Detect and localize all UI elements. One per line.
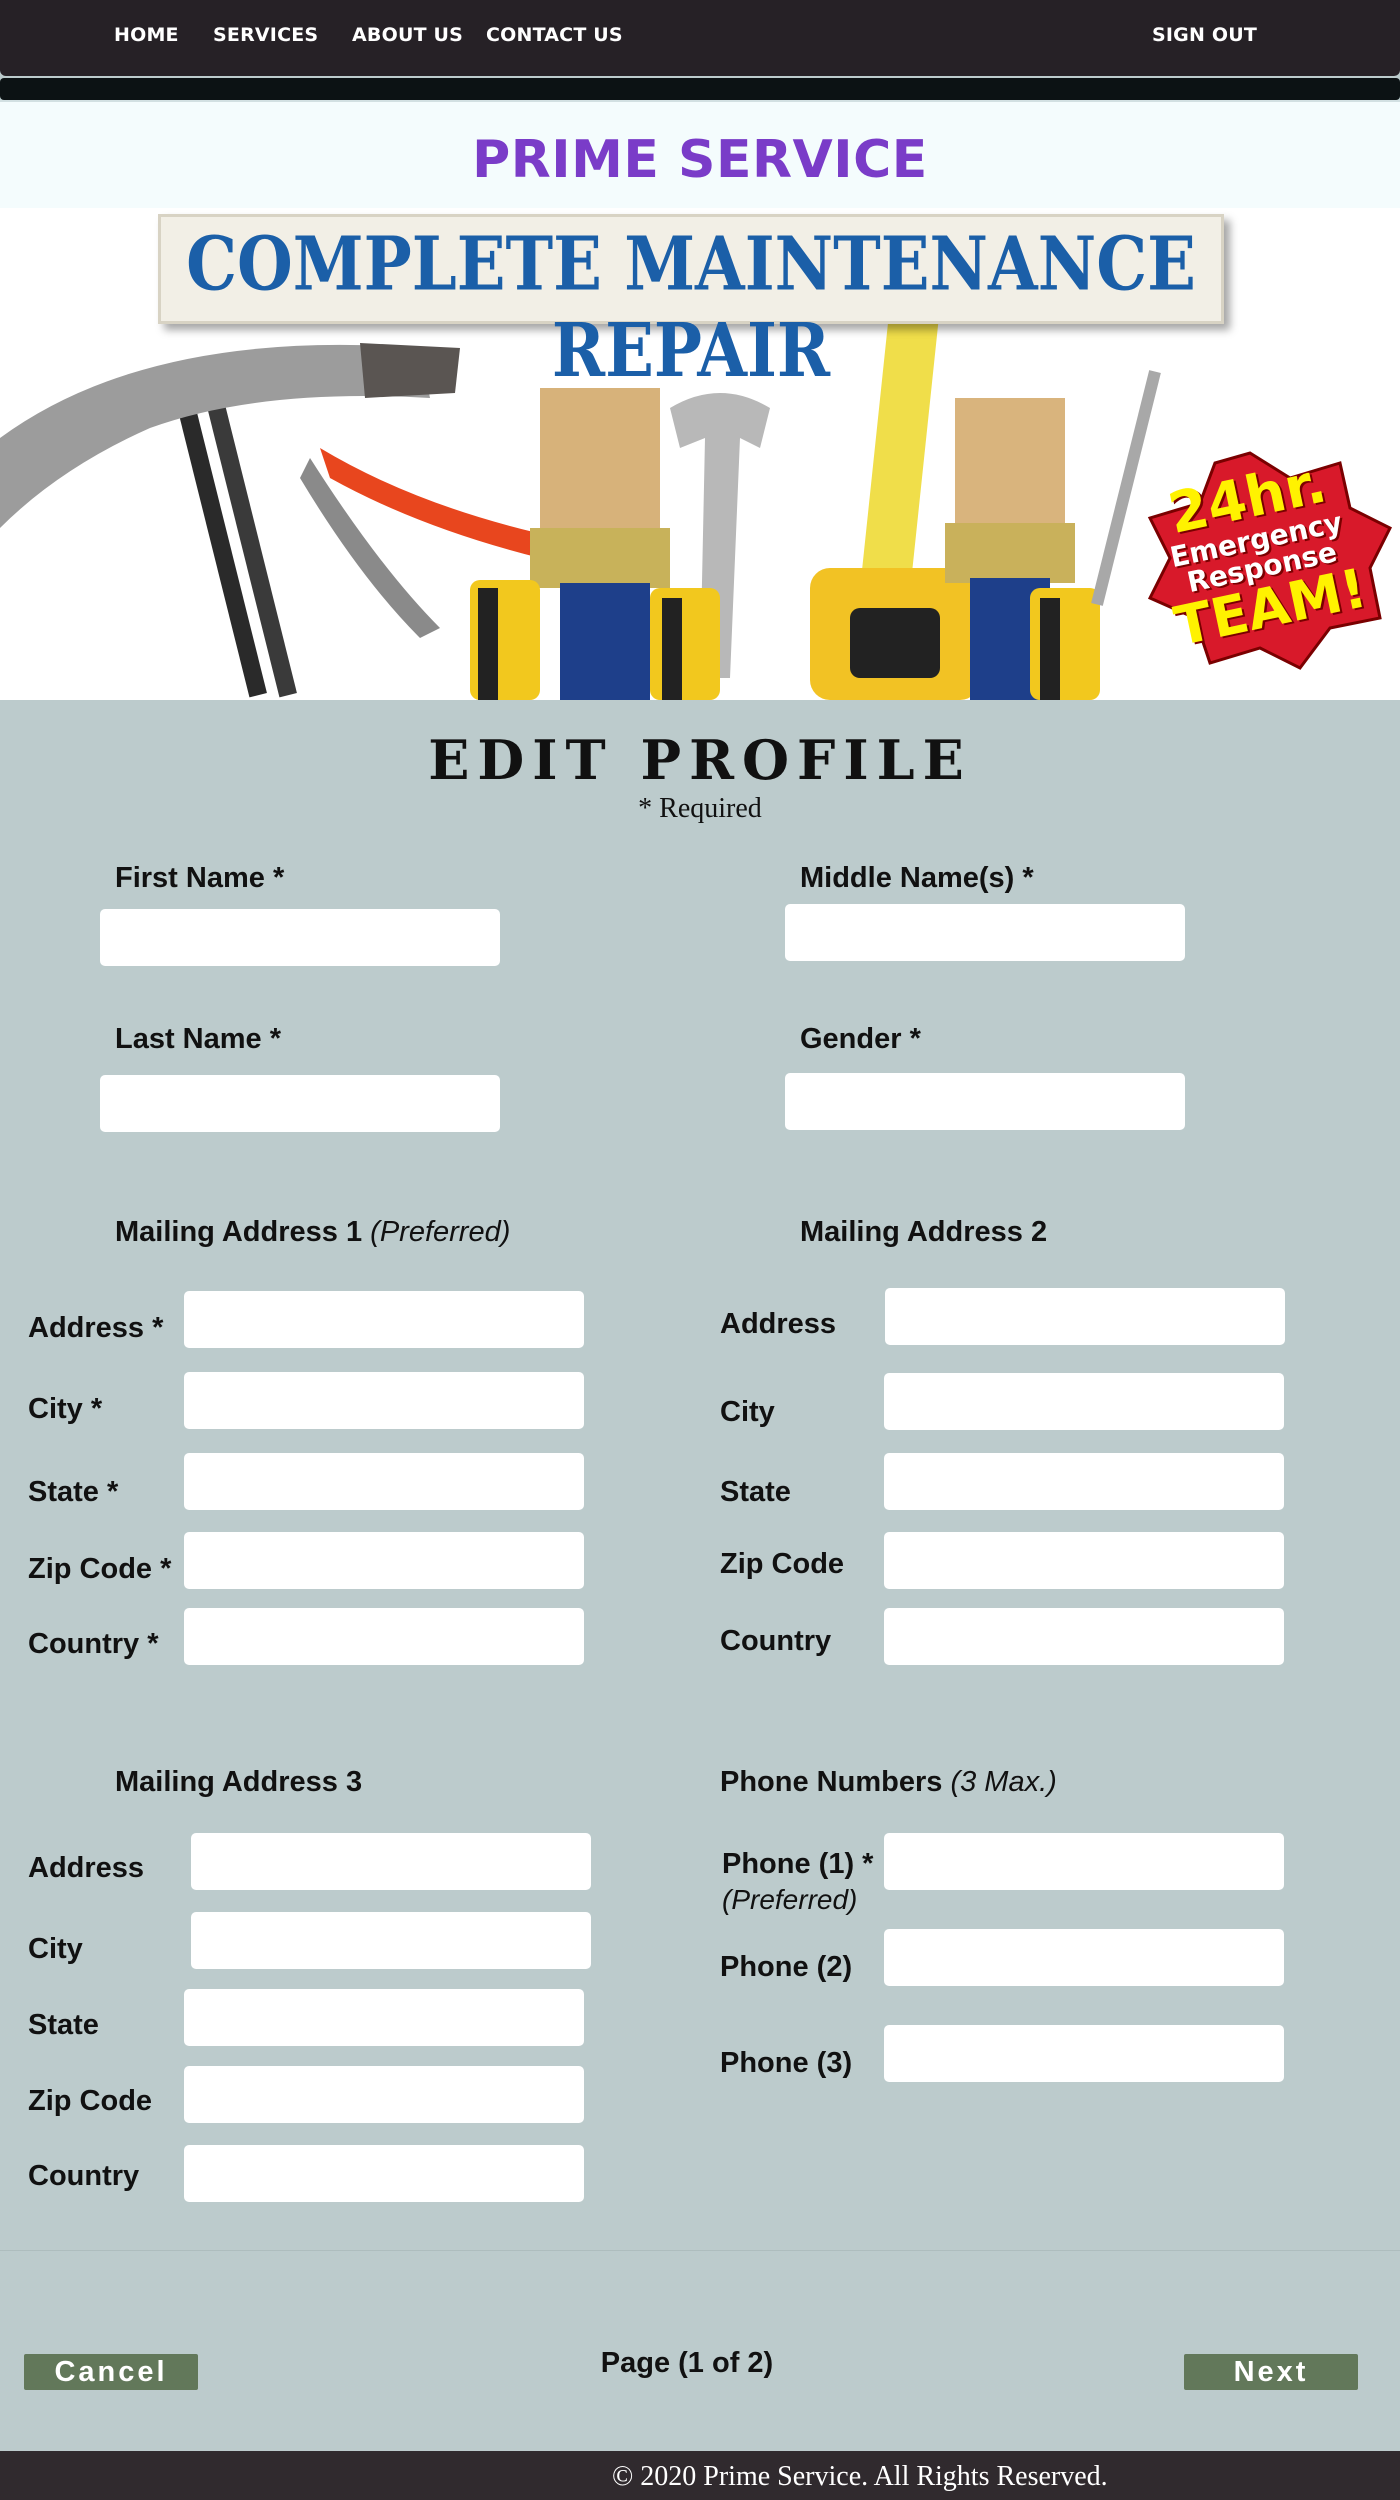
address3-zip-field[interactable] [184,2066,584,2123]
address1-address-field[interactable] [184,1291,584,1348]
address3-state-field[interactable] [184,1989,584,2046]
address3-country-label: Country [28,2160,140,2192]
last-name-field[interactable] [100,1075,500,1132]
brand-title: PRIME SERVICE [472,130,928,190]
phone-numbers-title: Phone Numbers (3 Max.) [720,1766,1057,1798]
address2-state-field[interactable] [884,1453,1284,1510]
address2-city-field[interactable] [884,1373,1284,1430]
page-indicator: Page (1 of 2) [600,2347,774,2379]
page-title: EDIT PROFILE [428,728,972,792]
phone1-label: Phone (1) * [722,1848,874,1880]
sign-out-link[interactable]: SIGN OUT [1152,24,1257,46]
address1-city-field[interactable] [184,1372,584,1429]
next-button[interactable]: Next [1184,2354,1358,2390]
hammer-icon [0,343,460,698]
address2-country-field[interactable] [884,1608,1284,1665]
gender-label: Gender * [800,1023,921,1055]
hero-sign: COMPLETE MAINTENANCE REPAIR [158,214,1224,394]
phone3-field[interactable] [884,2025,1284,2082]
paint-brush-icon [530,388,670,700]
address2-country-label: Country [720,1625,832,1657]
address3-zip-label: Zip Code [28,2085,153,2117]
hero-sign-text: COMPLETE MAINTENANCE REPAIR [186,221,1196,395]
address1-state-label: State * [28,1476,119,1508]
address1-address-label: Address * [28,1312,164,1344]
first-name-field[interactable] [100,909,500,966]
address2-city-label: City [720,1396,775,1428]
required-note: * Required [638,793,762,824]
address3-address-label: Address [28,1852,145,1884]
phone-max-note: (3 Max.) [950,1766,1057,1798]
middle-name-field[interactable] [785,904,1185,961]
nav-contact-us-link[interactable]: CONTACT US [486,24,623,46]
nav-services-link[interactable]: SERVICES [213,24,318,46]
phone1-field[interactable] [884,1833,1284,1890]
address2-state-label: State [720,1476,791,1508]
section-divider [0,2250,1400,2251]
brand-header: PRIME SERVICE [0,100,1400,208]
phone2-field[interactable] [884,1929,1284,1986]
copyright-text: © 2020 Prime Service. All Rights Reserve… [612,2461,1108,2492]
address1-zip-label: Zip Code * [28,1553,172,1585]
top-navigation: HOME SERVICES ABOUT US CONTACT US SIGN O… [0,0,1400,76]
mailing-address-3-title: Mailing Address 3 [115,1766,363,1798]
address2-zip-field[interactable] [884,1532,1284,1589]
address1-country-label: Country * [28,1628,159,1660]
gender-field[interactable] [785,1073,1185,1130]
mailing-address-2-title: Mailing Address 2 [800,1216,1048,1248]
address3-country-field[interactable] [184,2145,584,2202]
address1-zip-field[interactable] [184,1532,584,1589]
address3-address-field[interactable] [191,1833,591,1890]
nav-about-us-link[interactable]: ABOUT US [352,24,463,46]
phone3-label: Phone (3) [720,2047,853,2079]
nav-underline-bar [0,78,1400,100]
middle-name-label: Middle Name(s) * [800,862,1034,894]
last-name-label: Last Name * [115,1023,282,1055]
address1-country-field[interactable] [184,1608,584,1665]
address2-address-label: Address [720,1308,837,1340]
page-footer: © 2020 Prime Service. All Rights Reserve… [0,2451,1400,2500]
address1-state-field[interactable] [184,1453,584,1510]
phone1-preferred-note: (Preferred) [722,1884,858,1915]
mailing-address-1-title: Mailing Address 1 (Preferred) [115,1216,511,1248]
address3-city-label: City [28,1933,83,1965]
preferred-note: (Preferred) [370,1216,511,1248]
hero-banner-image: COMPLETE MAINTENANCE REPAIR 24hr. Emerge… [0,208,1400,700]
address1-city-label: City * [28,1393,103,1425]
nav-home-link[interactable]: HOME [114,24,179,46]
address3-city-field[interactable] [191,1912,591,1969]
phone2-label: Phone (2) [720,1951,853,1983]
address2-address-field[interactable] [885,1288,1285,1345]
first-name-label: First Name * [115,862,285,894]
address2-zip-label: Zip Code [720,1548,845,1580]
address3-state-label: State [28,2009,99,2041]
